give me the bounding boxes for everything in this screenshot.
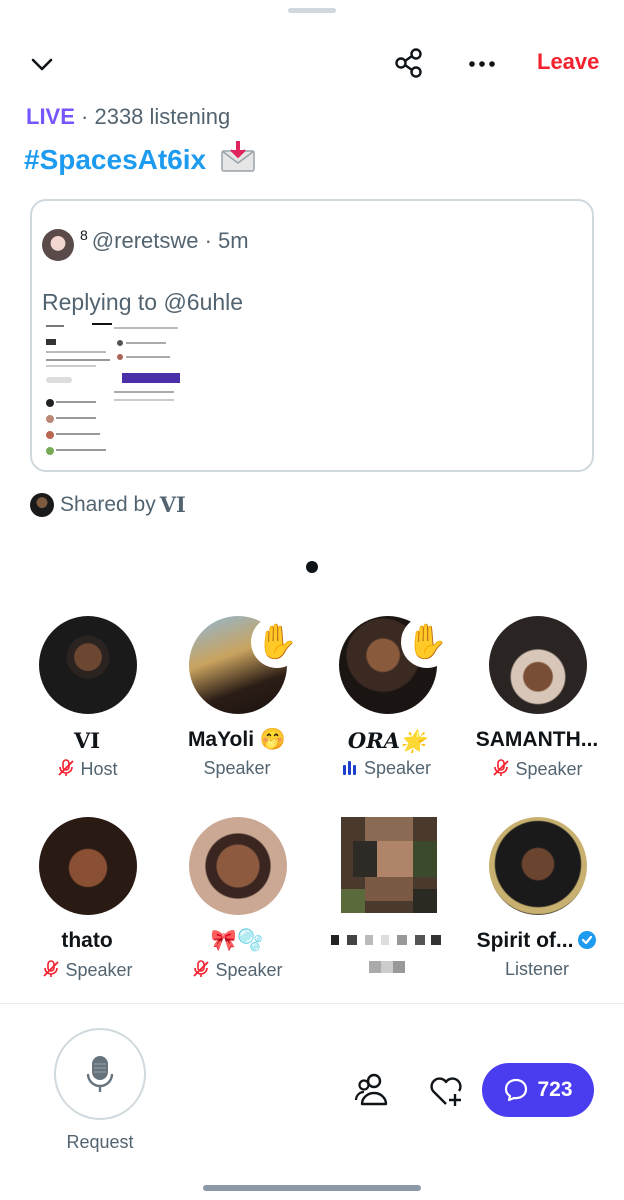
avatar (39, 616, 137, 714)
people-icon[interactable] (352, 1070, 392, 1110)
participant-name: thato (61, 929, 113, 952)
participant-name: Spirit of... (459, 929, 615, 953)
microphone-icon (86, 1056, 114, 1092)
participant-vi[interactable]: VI Host (9, 616, 165, 796)
participant-name: VI (73, 728, 101, 753)
role-label: Host (80, 759, 118, 779)
tweet-media-thumbnail[interactable] (42, 321, 184, 463)
role-label: Speaker (65, 960, 133, 980)
comment-bubble-icon (505, 1078, 528, 1102)
participant-name: SAMANTH... (475, 728, 599, 751)
top-bar: Leave (0, 40, 624, 86)
role-label: Speaker (363, 758, 432, 778)
participant-spirit[interactable]: Spirit of... Listener (459, 817, 615, 997)
space-title: #SpacesAt6ix (24, 139, 256, 180)
participant-name: ORA🌟 (347, 728, 427, 753)
tweet-superscript: 8 (80, 227, 88, 243)
participant-bow-bubbles[interactable]: 🎀🫧 Speaker (159, 817, 315, 997)
avatar (489, 817, 587, 915)
page-indicator-dot (306, 561, 318, 573)
role-label: Speaker (203, 758, 271, 778)
envelope-arrow-icon (220, 139, 256, 180)
heart-plus-icon[interactable] (426, 1070, 466, 1110)
chevron-down-icon[interactable] (28, 50, 56, 78)
comment-count: 723 (537, 1078, 573, 1101)
participant-role-redacted (309, 959, 465, 980)
avatar (189, 817, 287, 915)
space-title-text: #SpacesAt6ix (24, 144, 207, 175)
raised-hand-icon: ✋ (251, 616, 303, 668)
participant-name: 🎀🫧 (210, 929, 264, 952)
participant-role: Speaker (9, 959, 165, 981)
avatar (489, 616, 587, 714)
speaking-indicator-icon (342, 759, 358, 780)
home-indicator (203, 1185, 421, 1191)
mic-muted-icon (58, 759, 75, 776)
mic-muted-icon (193, 960, 210, 977)
share-icon[interactable] (392, 46, 426, 80)
verified-badge-icon (578, 931, 597, 949)
mic-muted-icon (493, 759, 510, 776)
participant-role: Listener (459, 959, 615, 980)
participant-thato[interactable]: thato Speaker (9, 817, 165, 997)
participant-redacted[interactable] (309, 817, 465, 997)
avatar-pixelated (341, 817, 437, 913)
participant-role: Speaker (159, 959, 315, 981)
leave-button[interactable]: Leave (537, 49, 599, 75)
replying-to: Replying to @6uhle (42, 289, 244, 315)
raised-hand-icon: ✋ (401, 616, 453, 668)
shared-by[interactable]: Shared by VI (30, 492, 186, 517)
participant-role: Speaker (159, 758, 315, 779)
participant-role: Speaker (459, 758, 615, 780)
live-badge: LIVE (26, 104, 75, 129)
comments-button[interactable]: 723 (482, 1063, 594, 1117)
participant-samantha[interactable]: SAMANTH... Speaker (459, 616, 615, 796)
participant-name: MaYoli 🤭 (187, 728, 287, 751)
role-label: Speaker (515, 759, 583, 779)
sharer-avatar (30, 492, 54, 517)
role-label: Listener (504, 959, 570, 979)
participant-role: Speaker (309, 758, 465, 780)
mic-muted-icon (43, 960, 60, 977)
tweet-handle-time: @reretswe · 5m (91, 228, 249, 253)
participant-ora[interactable]: ✋ ORA🌟 Speaker (309, 616, 465, 796)
sheet-handle[interactable] (288, 8, 336, 13)
live-status: LIVE · 2338 listening (26, 104, 230, 130)
tweet-author-handle: 8 @reretswe · 5m (80, 227, 249, 254)
participant-role: Host (9, 758, 165, 780)
participant-name-redacted (309, 929, 465, 955)
shared-by-prefix: Shared by (60, 492, 156, 516)
divider (0, 1003, 624, 1004)
avatar (39, 817, 137, 915)
sharer-name: VI (159, 492, 186, 517)
request-mic-button[interactable] (54, 1028, 146, 1120)
more-icon[interactable] (466, 50, 498, 78)
participant-name-text: Spirit of... (476, 929, 574, 952)
request-label: Request (66, 1132, 134, 1152)
shared-tweet-card[interactable]: 8 @reretswe · 5m Replying to @6uhle (30, 199, 594, 472)
listening-count: · 2338 listening (81, 104, 231, 129)
participant-mayoli[interactable]: ✋ MaYoli 🤭 Speaker (159, 616, 315, 796)
role-label: Speaker (215, 960, 283, 980)
tweet-author-avatar[interactable] (42, 229, 74, 261)
